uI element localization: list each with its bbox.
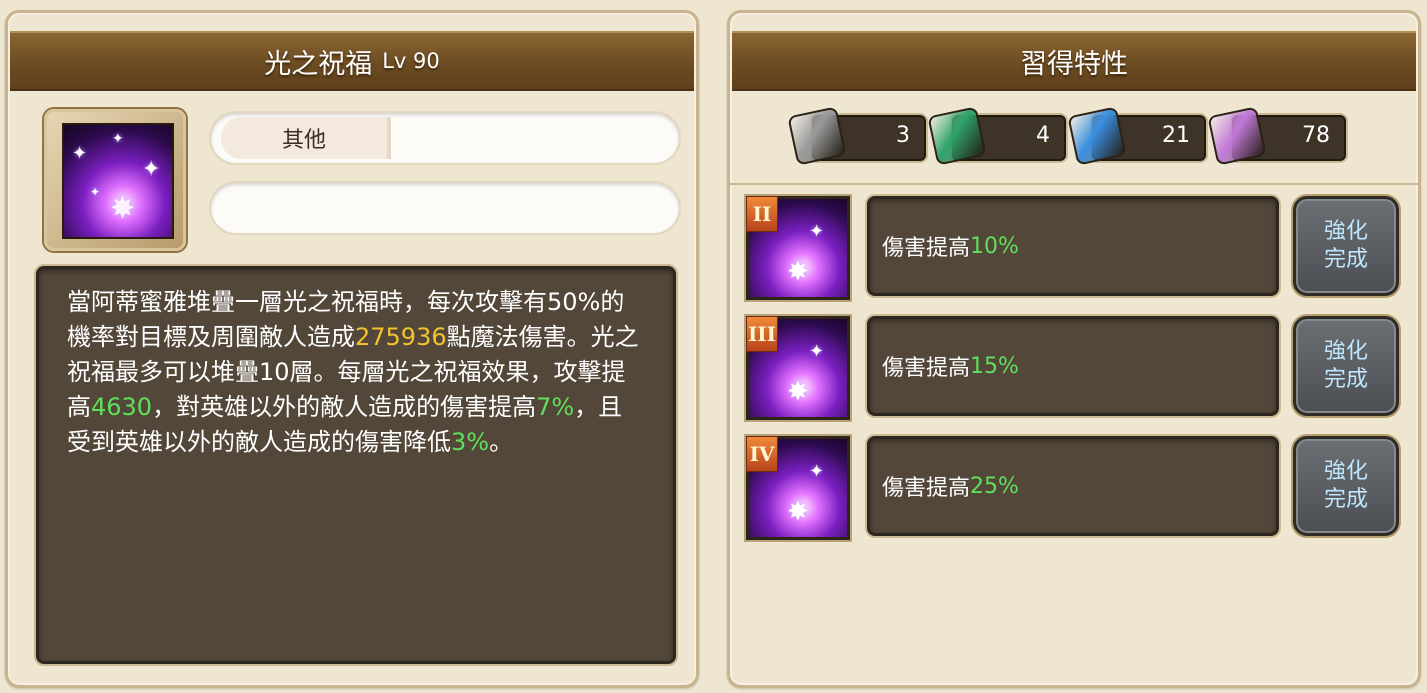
trait-value: 10% (970, 233, 1019, 259)
skill-detail-panel: 光之祝福 Lv 90 ✦ ✦ ✦ ✦ ✸ 其他 當阿蒂蜜雅堆疊一層光之祝福時，每… (5, 10, 699, 688)
category-tag: 其他 (221, 117, 391, 159)
skill-level: Lv 90 (382, 49, 440, 73)
skill-title: 光之祝福 (264, 48, 373, 80)
traits-title: 習得特性 (1020, 48, 1128, 80)
trait-text: 傷害提高 (882, 236, 971, 261)
trait-effect-3: 傷害提高 15% (867, 316, 1279, 416)
description-segment: 3% (451, 428, 490, 456)
trait-value: 25% (970, 473, 1019, 499)
currency-blue: 21 (1067, 106, 1206, 166)
currency-blue-value: 21 (1162, 123, 1190, 148)
description-segment: 275936 (355, 323, 447, 351)
gray-rune-book-icon (787, 106, 847, 166)
trait-text: 傷害提高 (882, 356, 971, 381)
enhance-complete-button-4[interactable]: 強化 完成 (1293, 436, 1399, 536)
skill-icon-frame: ✦ ✦ ✦ ✦ ✸ (44, 109, 186, 251)
trait-effect-4: 傷害提高 25% (867, 436, 1279, 536)
button-label-line1: 強化 (1323, 219, 1368, 244)
enhance-complete-button-2[interactable]: 強化 完成 (1293, 196, 1399, 296)
description-segment: 當阿蒂蜜雅堆疊一層光之祝福時，每次攻擊有 (67, 288, 547, 316)
description-segment: 4630 (91, 393, 153, 421)
currency-bar: 3 4 21 78 (730, 103, 1418, 185)
currency-purple-value: 78 (1302, 123, 1330, 148)
skill-header: 光之祝福 Lv 90 (10, 31, 694, 91)
button-label-line2: 完成 (1323, 247, 1368, 272)
description-segment: 。 (489, 428, 514, 456)
enhance-complete-button-3[interactable]: 強化 完成 (1293, 316, 1399, 416)
button-label-line2: 完成 (1323, 487, 1368, 512)
rank-badge: III (746, 316, 778, 352)
currency-gray: 3 (787, 106, 926, 166)
description-segment: 7% (536, 393, 575, 421)
button-label-line2: 完成 (1323, 367, 1368, 392)
trait-text: 傷害提高 (882, 476, 971, 501)
skill-description-text: 當阿蒂蜜雅堆疊一層光之祝福時，每次攻擊有50%的機率對目標及周圍敵人造成2759… (67, 285, 643, 460)
currency-purple: 78 (1207, 106, 1346, 166)
currency-green-value: 4 (1036, 123, 1050, 148)
currency-gray-value: 3 (896, 123, 910, 148)
rank-badge: IV (746, 436, 778, 472)
currency-green: 4 (927, 106, 1066, 166)
button-label-line1: 強化 (1323, 339, 1368, 364)
blue-rune-book-icon (1067, 106, 1127, 166)
purple-rune-book-icon (1207, 106, 1267, 166)
category-pill: 其他 (211, 113, 679, 163)
green-rune-book-icon (927, 106, 987, 166)
button-label-line1: 強化 (1323, 459, 1368, 484)
learned-traits-panel: 習得特性 3 4 21 78 ✦ ✸ II 傷害提高 10% 強化 完成 ✦ ✸… (727, 10, 1421, 688)
trait-value: 15% (970, 353, 1019, 379)
rank-badge: II (746, 196, 778, 232)
description-segment: ，對英雄以外的敵人造成的傷害提高 (152, 393, 537, 421)
light-blessing-skill-icon: ✦ ✦ ✦ ✦ ✸ (62, 123, 174, 239)
empty-info-pill (211, 183, 679, 233)
traits-header: 習得特性 (732, 31, 1416, 91)
skill-description: 當阿蒂蜜雅堆疊一層光之祝福時，每次攻擊有50%的機率對目標及周圍敵人造成2759… (36, 266, 676, 664)
trait-effect-2: 傷害提高 10% (867, 196, 1279, 296)
